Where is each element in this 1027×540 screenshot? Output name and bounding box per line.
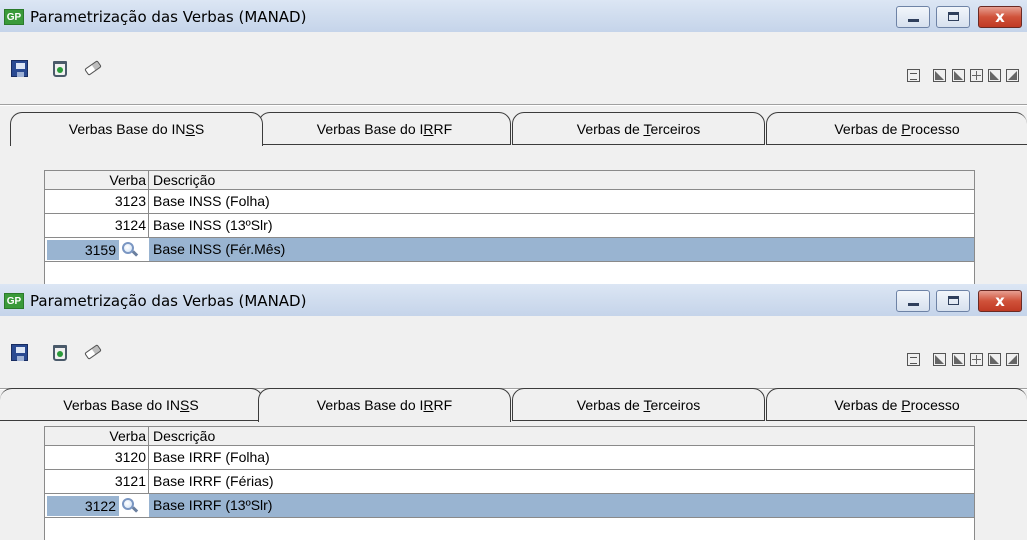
toolbar <box>0 32 1027 104</box>
toolbar <box>0 316 1027 388</box>
column-header-verba[interactable]: Verba <box>45 427 149 445</box>
descricao-cell: Base INSS (Fér.Mês) <box>149 238 974 261</box>
tab-verbas-base-irrf[interactable]: Verbas Base do IRRF <box>258 388 511 422</box>
close-icon: x <box>995 8 1005 26</box>
eraser-icon[interactable] <box>82 342 102 362</box>
maximize-button[interactable] <box>936 6 970 28</box>
verba-cell: 3121 <box>45 470 149 493</box>
minimize-button[interactable] <box>896 290 930 312</box>
table-row-selected[interactable]: 3122 Base IRRF (13ºSlr) <box>45 494 974 518</box>
verbas-grid: Verba Descrição 3120 Base IRRF (Folha) 3… <box>44 426 975 540</box>
nav-first-icon[interactable] <box>933 69 946 82</box>
recycle-bin-icon[interactable] <box>50 342 70 362</box>
column-header-verba[interactable]: Verba <box>45 171 149 189</box>
list-icon[interactable] <box>907 69 920 82</box>
recycle-bin-icon[interactable] <box>50 58 70 78</box>
minimize-icon <box>908 303 919 306</box>
grid-header: Verba Descrição <box>45 170 974 190</box>
table-row[interactable]: 3123 Base INSS (Folha) <box>45 190 974 214</box>
tab-label: Verbas de Terceiros <box>576 397 701 413</box>
column-header-descricao[interactable]: Descrição <box>153 427 974 445</box>
descricao-cell: Base IRRF (Folha) <box>153 449 270 465</box>
nav-last-icon[interactable] <box>1006 69 1019 82</box>
verba-input[interactable]: 3159 <box>47 240 119 260</box>
minimize-icon <box>908 19 919 22</box>
table-row[interactable]: 3120 Base IRRF (Folha) <box>45 446 974 470</box>
tab-verbas-base-inss[interactable]: Verbas Base do INSS <box>0 388 263 421</box>
table-row-selected[interactable]: 3159 Base INSS (Fér.Mês) <box>45 238 974 262</box>
column-header-descricao[interactable]: Descrição <box>153 171 974 189</box>
tab-verbas-base-irrf[interactable]: Verbas Base do IRRF <box>258 112 511 145</box>
tab-strip: Verbas Base do INSS Verbas Base do IRRF … <box>0 388 1027 422</box>
verba-cell: 3123 <box>45 190 149 213</box>
minimize-button[interactable] <box>896 6 930 28</box>
tab-label: Verbas de Terceiros <box>576 121 701 137</box>
search-icon[interactable] <box>121 241 139 259</box>
nav-first-icon[interactable] <box>933 353 946 366</box>
nav-prev-icon[interactable] <box>952 353 965 366</box>
window-title: Parametrização das Verbas (MANAD) <box>30 292 307 310</box>
search-icon[interactable] <box>121 497 139 515</box>
tab-label: Verbas Base do INSS <box>68 121 205 137</box>
app-icon: GP <box>4 293 24 309</box>
verba-cell: 3159 <box>45 238 149 261</box>
descricao-cell: Base INSS (13ºSlr) <box>153 217 273 233</box>
title-bar[interactable]: GP Parametrização das Verbas (MANAD) x <box>0 0 1027 32</box>
maximize-icon <box>948 296 959 305</box>
tab-label: Verbas Base do IRRF <box>316 121 453 137</box>
close-button[interactable]: x <box>978 290 1022 312</box>
tab-verbas-de-terceiros[interactable]: Verbas de Terceiros <box>512 388 765 421</box>
nav-next-icon[interactable] <box>988 353 1001 366</box>
nav-next-icon[interactable] <box>988 69 1001 82</box>
verba-cell: 3122 <box>45 494 149 517</box>
close-icon: x <box>995 292 1005 310</box>
maximize-button[interactable] <box>936 290 970 312</box>
descricao-cell: Base IRRF (13ºSlr) <box>149 494 974 517</box>
expand-icon[interactable] <box>970 353 983 366</box>
window-title: Parametrização das Verbas (MANAD) <box>30 8 307 26</box>
save-icon[interactable] <box>10 342 30 362</box>
eraser-icon[interactable] <box>82 58 102 78</box>
expand-icon[interactable] <box>970 69 983 82</box>
tab-label: Verbas de Processo <box>834 121 960 137</box>
window-irrf: GP Parametrização das Verbas (MANAD) x V… <box>0 284 1027 540</box>
app-icon: GP <box>4 9 24 25</box>
nav-prev-icon[interactable] <box>952 69 965 82</box>
nav-last-icon[interactable] <box>1006 353 1019 366</box>
tab-label: Verbas Base do INSS <box>63 397 199 413</box>
close-button[interactable]: x <box>978 6 1022 28</box>
verbas-grid: Verba Descrição 3123 Base INSS (Folha) 3… <box>44 170 975 284</box>
tab-strip: Verbas Base do INSS Verbas Base do IRRF … <box>0 112 1027 146</box>
list-icon[interactable] <box>907 353 920 366</box>
table-row[interactable]: 3124 Base INSS (13ºSlr) <box>45 214 974 238</box>
verba-input[interactable]: 3122 <box>47 496 119 516</box>
descricao-cell: Base INSS (Folha) <box>153 193 270 209</box>
grid-header: Verba Descrição <box>45 426 974 446</box>
tab-label: Verbas Base do IRRF <box>316 397 453 413</box>
toolbar-separator <box>0 104 1027 106</box>
verba-cell: 3124 <box>45 214 149 237</box>
table-row[interactable]: 3121 Base IRRF (Férias) <box>45 470 974 494</box>
verba-cell: 3120 <box>45 446 149 469</box>
tab-verbas-de-terceiros[interactable]: Verbas de Terceiros <box>512 112 765 145</box>
tab-verbas-base-inss[interactable]: Verbas Base do INSS <box>10 112 263 146</box>
tab-label: Verbas de Processo <box>834 397 960 413</box>
tab-verbas-de-processo[interactable]: Verbas de Processo <box>766 112 1027 145</box>
tab-verbas-de-processo[interactable]: Verbas de Processo <box>766 388 1027 421</box>
maximize-icon <box>948 12 959 21</box>
save-icon[interactable] <box>10 58 30 78</box>
descricao-cell: Base IRRF (Férias) <box>153 473 274 489</box>
title-bar[interactable]: GP Parametrização das Verbas (MANAD) x <box>0 284 1027 316</box>
window-inss: GP Parametrização das Verbas (MANAD) x V… <box>0 0 1027 284</box>
